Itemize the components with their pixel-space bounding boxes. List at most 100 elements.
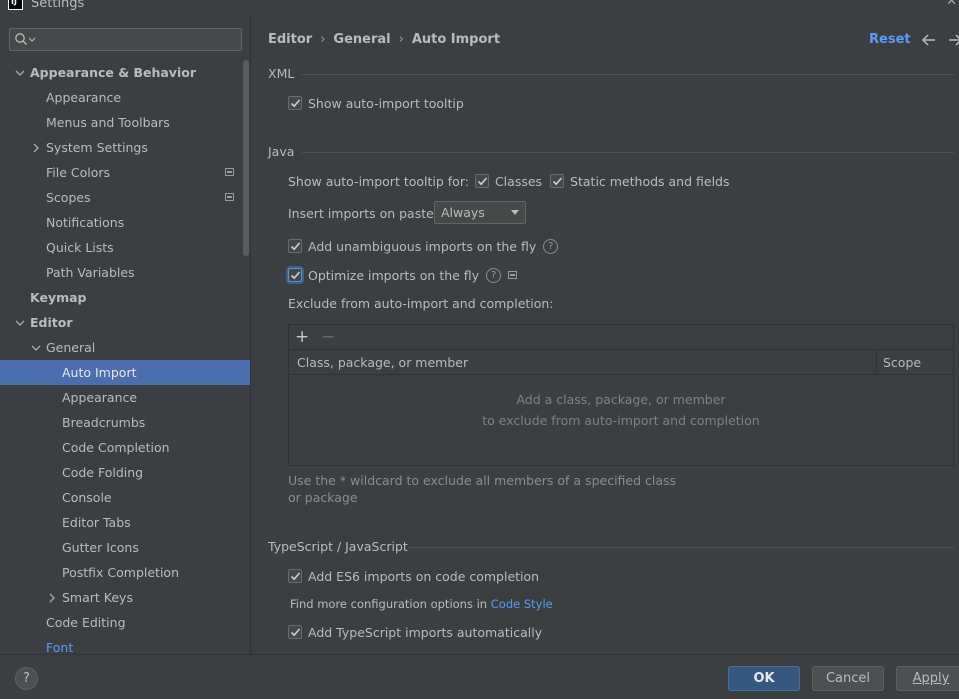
section-title-xml: XML — [268, 66, 295, 81]
ok-button[interactable]: OK — [728, 666, 800, 691]
chevron-down-icon[interactable] — [14, 317, 26, 329]
tree-item-label: Scopes — [46, 190, 91, 205]
tree-item-quick-lists[interactable]: Quick Lists — [0, 235, 250, 260]
sidebar-scrollbar[interactable] — [243, 60, 249, 256]
settings-tree: Appearance & Behavior Appearance Menus a… — [0, 60, 250, 654]
tree-item-label: Editor Tabs — [62, 515, 131, 530]
chevron-down-icon[interactable] — [14, 67, 26, 79]
tree-item-keymap[interactable]: Keymap — [0, 285, 250, 310]
tree-item-appearance[interactable]: Appearance — [0, 85, 250, 110]
add-icon[interactable]: + — [295, 329, 309, 346]
tree-item-smart-keys[interactable]: Smart Keys — [0, 585, 250, 610]
tree-item-label: Path Variables — [46, 265, 135, 280]
tree-item-label: Postfix Completion — [62, 565, 179, 580]
code-style-link[interactable]: Code Style — [491, 597, 553, 611]
add-unambiguous-imports[interactable]: Add unambiguous imports on the fly ? — [288, 236, 559, 256]
tree-item-appearance-behavior[interactable]: Appearance & Behavior — [0, 60, 250, 85]
tree-item-label: General — [46, 340, 96, 355]
column-header-class[interactable]: Class, package, or member — [297, 355, 468, 370]
back-arrow-icon[interactable] — [921, 33, 937, 47]
window-title: Settings — [31, 0, 85, 11]
project-settings-icon — [225, 168, 234, 176]
tree-item-editor[interactable]: Editor — [0, 310, 250, 335]
remove-icon[interactable]: − — [321, 329, 335, 346]
tree-item-label: Code Editing — [46, 615, 126, 630]
apply-button[interactable]: Apply — [896, 666, 959, 691]
table-toolbar: + − — [289, 325, 953, 350]
search-icon — [15, 33, 36, 45]
help-icon[interactable]: ? — [486, 267, 502, 283]
tree-item-breadcrumbs[interactable]: Breadcrumbs — [0, 410, 250, 435]
forward-arrow-icon[interactable] — [947, 33, 959, 47]
static-methods-label: Static methods and fields — [570, 173, 730, 189]
tree-item-scopes[interactable]: Scopes — [0, 185, 250, 210]
wildcard-hint: Use the * wildcard to exclude all member… — [288, 473, 677, 505]
insert-imports-dropdown[interactable]: Always — [434, 201, 526, 224]
chevron-right-icon[interactable] — [46, 592, 58, 604]
tree-item-auto-import[interactable]: Auto Import — [0, 360, 250, 385]
checkbox[interactable] — [288, 569, 302, 583]
show-auto-import-tooltip-xml[interactable]: Show auto-import tooltip — [288, 93, 464, 113]
tree-item-editor-appearance[interactable]: Appearance — [0, 385, 250, 410]
dropdown-value: Always — [441, 205, 485, 220]
settings-sidebar: Appearance & Behavior Appearance Menus a… — [0, 14, 251, 654]
tree-item-postfix-completion[interactable]: Postfix Completion — [0, 560, 250, 585]
tree-item-label: Quick Lists — [46, 240, 114, 255]
search-input[interactable] — [9, 28, 242, 51]
checkbox[interactable] — [288, 96, 302, 110]
tree-item-code-folding[interactable]: Code Folding — [0, 460, 250, 485]
table-empty-text: Add a class, package, or member — [516, 392, 726, 407]
table-header: Class, package, or member Scope — [289, 350, 953, 375]
add-typescript-imports[interactable]: Add TypeScript imports automatically — [288, 622, 542, 642]
tree-item-label: Editor — [30, 315, 73, 330]
breadcrumb-item-general[interactable]: General — [333, 32, 390, 47]
dialog-footer: ? OK Cancel Apply — [0, 654, 959, 699]
tree-item-label: Auto Import — [62, 365, 137, 380]
add-es6-imports[interactable]: Add ES6 imports on code completion — [288, 566, 539, 586]
tree-item-label: Notifications — [46, 215, 125, 230]
optimize-imports-on-fly[interactable]: Optimize imports on the fly ? — [288, 265, 518, 285]
reset-link[interactable]: Reset — [869, 32, 911, 47]
checkbox[interactable] — [288, 268, 302, 282]
tree-item-file-colors[interactable]: File Colors — [0, 160, 250, 185]
column-divider[interactable] — [876, 350, 877, 375]
insert-imports-label: Insert imports on paste: — [288, 205, 439, 221]
chevron-down-icon[interactable] — [30, 342, 42, 354]
breadcrumb-separator-icon: › — [320, 32, 326, 47]
help-button[interactable]: ? — [15, 667, 38, 690]
close-icon[interactable]: ✕ — [946, 0, 957, 9]
tree-item-general[interactable]: General — [0, 335, 250, 360]
tree-item-label: Keymap — [30, 290, 87, 305]
tree-item-console[interactable]: Console — [0, 485, 250, 510]
apply-label: Apply — [912, 671, 950, 686]
tree-item-label: Gutter Icons — [62, 540, 139, 555]
tree-item-font[interactable]: Font — [0, 635, 250, 654]
cancel-button[interactable]: Cancel — [812, 666, 884, 691]
checkbox-label: Optimize imports on the fly — [308, 267, 480, 283]
section-title-typescript: TypeScript / JavaScript — [268, 539, 408, 554]
checkbox[interactable] — [288, 239, 302, 253]
tree-item-code-editing[interactable]: Code Editing — [0, 610, 250, 635]
tree-item-editor-tabs[interactable]: Editor Tabs — [0, 510, 250, 535]
column-header-scope[interactable]: Scope — [883, 355, 921, 370]
table-empty-text: to exclude from auto-import and completi… — [482, 413, 760, 428]
chevron-right-icon[interactable] — [30, 142, 42, 154]
help-icon[interactable]: ? — [543, 238, 559, 254]
section-divider — [302, 152, 954, 153]
checkbox[interactable] — [288, 625, 302, 639]
static-methods-checkbox[interactable] — [550, 174, 565, 188]
tree-item-menus-toolbars[interactable]: Menus and Toolbars — [0, 110, 250, 135]
classes-checkbox[interactable] — [474, 174, 489, 188]
tree-item-code-completion[interactable]: Code Completion — [0, 435, 250, 460]
project-settings-icon — [225, 193, 234, 201]
tree-item-system-settings[interactable]: System Settings — [0, 135, 250, 160]
checkbox-label: Add unambiguous imports on the fly — [308, 238, 537, 254]
tree-item-gutter-icons[interactable]: Gutter Icons — [0, 535, 250, 560]
breadcrumb-item-auto-import: Auto Import — [411, 32, 501, 47]
tree-item-label: System Settings — [46, 140, 148, 155]
breadcrumb-item-editor[interactable]: Editor — [268, 32, 312, 47]
tree-item-path-variables[interactable]: Path Variables — [0, 260, 250, 285]
exclude-table: + − Class, package, or member Scope Add … — [288, 324, 954, 466]
tree-item-notifications[interactable]: Notifications — [0, 210, 250, 235]
tree-item-label: Breadcrumbs — [62, 415, 146, 430]
